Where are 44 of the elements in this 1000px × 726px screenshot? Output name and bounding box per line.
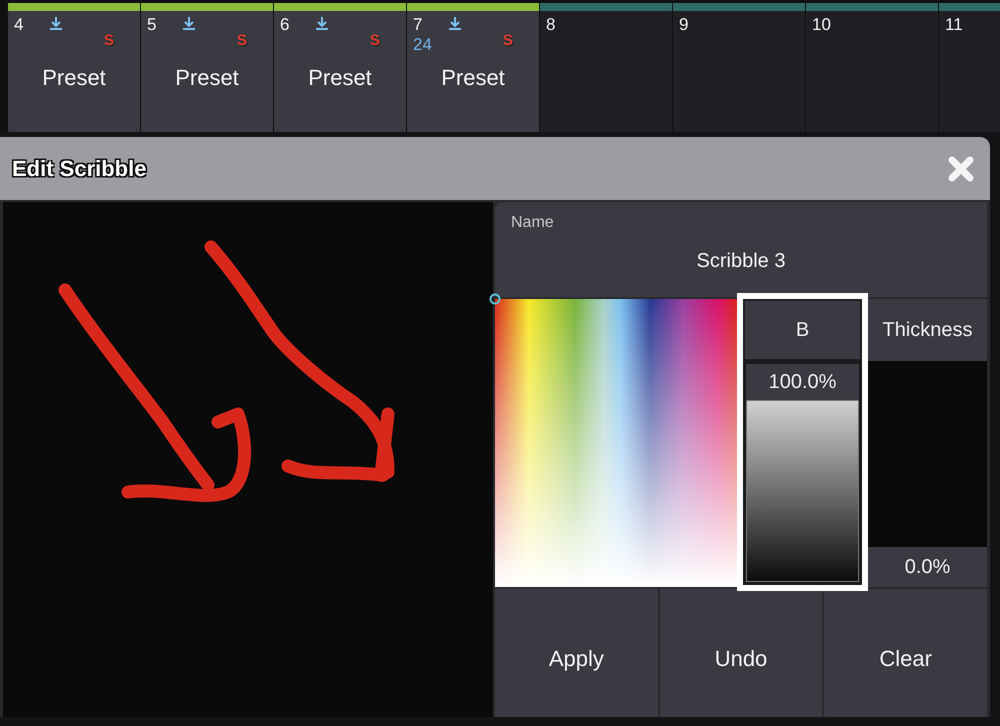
preset-tile[interactable]: 11 — [939, 3, 1000, 132]
preset-tile[interactable]: 5 S Preset — [141, 3, 273, 132]
action-button[interactable]: Apply — [495, 589, 658, 717]
thickness-reading: 0.0% — [904, 554, 952, 580]
tile-number: 9 — [679, 15, 688, 35]
download-icon — [181, 15, 197, 31]
download-icon — [48, 15, 64, 31]
drawing-canvas[interactable] — [3, 202, 493, 717]
tile-label: Preset — [41, 65, 107, 91]
tile-number: 10 — [812, 15, 831, 35]
action-button[interactable]: Clear — [824, 589, 988, 717]
preset-tile[interactable]: 4 S Preset — [8, 3, 140, 132]
preset-tile[interactable]: 10 — [806, 3, 938, 132]
name-field[interactable]: Name Scribble 3 — [495, 202, 987, 297]
flag-label: S — [104, 32, 114, 49]
field-label: Name — [511, 214, 555, 232]
tile-label: Preset — [174, 65, 240, 91]
preset-tile[interactable]: 8 — [540, 3, 672, 132]
brightness-label: B — [743, 299, 862, 361]
flag-label: S — [370, 32, 380, 49]
dialog-title: Edit Scribble — [12, 156, 146, 182]
tile-count: 24 — [413, 35, 432, 55]
preset-tile[interactable]: 9 — [673, 3, 805, 132]
tile-number: 4 — [14, 15, 24, 35]
thickness-label: Thickness — [881, 318, 974, 342]
action-button[interactable]: Undo — [660, 589, 822, 717]
tile-number: 8 — [546, 15, 556, 35]
flag-label: S — [236, 32, 247, 49]
download-icon — [447, 15, 463, 31]
field-value: Scribble 3 — [696, 250, 786, 273]
preset-tile[interactable]: 6 S Preset — [274, 3, 406, 132]
download-icon — [314, 15, 330, 31]
tile-number: 5 — [147, 15, 156, 35]
tile-label: Preset — [440, 65, 506, 91]
preset-tile[interactable]: 7 24 S Preset — [407, 3, 539, 132]
tile-number: 11 — [945, 15, 963, 35]
thickness-slider[interactable] — [868, 361, 987, 547]
tile-number: 6 — [280, 15, 290, 35]
tile-number: 7 — [413, 15, 422, 35]
picker-cursor-icon[interactable] — [489, 293, 501, 305]
brightness-fill[interactable] — [746, 400, 859, 582]
flag-label: S — [502, 32, 513, 49]
tile-label: Preset — [307, 65, 373, 91]
brightness-reading: 100.0% — [746, 364, 859, 400]
